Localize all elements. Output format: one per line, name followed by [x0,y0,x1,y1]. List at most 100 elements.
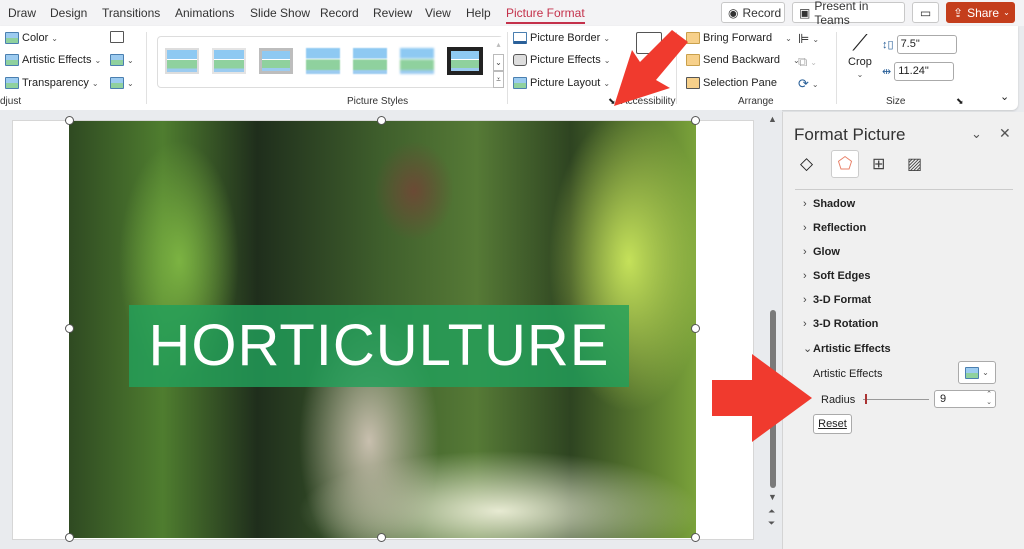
chevron-down-icon: ⌄ [856,70,864,79]
next-slide-icon[interactable]: ⏷ [768,518,775,529]
vertical-scrollbar[interactable]: ▲ ▼ ⏶ ⏷ [766,114,780,540]
reset-picture-button[interactable]: ⌄ [110,77,134,89]
chevron-down-icon: ⌄ [127,55,134,65]
tab-review[interactable]: Review [373,6,412,20]
crop-button[interactable]: ⟋ Crop ⌄ [848,32,872,80]
effects-icon[interactable]: ⬠ [831,150,859,178]
resize-handle-bottom[interactable] [377,533,386,542]
section-3d-rotation[interactable]: › 3-D Rotation [803,318,878,330]
picture-border-icon [513,32,527,44]
size-dialog-launcher[interactable]: ⬊ [956,96,964,107]
picture-style-3[interactable] [259,48,293,74]
color-button[interactable]: Color ⌄ [5,32,58,44]
picture-style-5[interactable] [353,48,387,74]
resize-handle-top[interactable] [377,116,386,125]
picture-icon[interactable]: ▨ [907,154,922,174]
radius-input[interactable]: 9 ⌃ ⌄ [934,390,996,408]
previous-slide-icon[interactable]: ⏶ [768,506,775,517]
section-3d-format[interactable]: › 3-D Format [803,294,871,306]
spin-icon[interactable]: ⌃ ⌄ [986,391,992,407]
picture-style-6[interactable] [400,48,434,74]
crop-label: Crop [848,56,872,68]
radius-slider-thumb[interactable] [865,394,867,404]
picture-style-7[interactable] [447,47,483,75]
resize-handle-top-left[interactable] [65,116,74,125]
tab-record[interactable]: Record [320,6,359,20]
color-icon [5,32,19,44]
selection-pane-button[interactable]: Selection Pane [686,77,777,89]
close-icon[interactable]: ✕ [999,125,1011,142]
resize-handle-top-right[interactable] [691,116,700,125]
artistic-effects-label: Artistic Effects [813,368,883,380]
send-backward-button[interactable]: Send Backward ⌄ [686,54,800,66]
comments-button[interactable]: ▭ [912,2,939,23]
record-button[interactable]: ◉ Record [721,2,785,23]
present-label: Present in Teams [814,0,869,27]
separator [836,32,837,104]
tab-help[interactable]: Help [466,6,491,20]
present-in-teams-button[interactable]: ▣ Present in Teams [792,0,905,27]
rotate-button[interactable]: ⟳ ⌄ [798,76,819,92]
section-label: Glow [813,246,840,258]
send-backward-label: Send Backward [703,54,781,66]
teams-icon: ▣ [799,5,811,20]
gallery-more-button[interactable]: ⩡ [493,71,504,88]
tab-design[interactable]: Design [50,6,87,20]
section-reflection[interactable]: › Reflection [803,222,866,234]
tab-slide-show[interactable]: Slide Show [250,6,310,20]
resize-handle-bottom-right[interactable] [691,533,700,542]
scroll-down-icon[interactable]: ▼ [768,492,777,502]
picture-style-1[interactable] [165,48,199,74]
section-glow[interactable]: › Glow [803,246,840,258]
resize-handle-bottom-left[interactable] [65,533,74,542]
gallery-up-button[interactable]: ▴ [493,37,504,54]
pane-options-chevron-icon[interactable]: ⌄ [971,126,982,142]
chevron-down-icon: ⌄ [94,55,102,65]
group-icon: ⧉ [798,54,808,69]
change-picture-button[interactable]: ⌄ [110,54,134,66]
picture-effects-button[interactable]: Picture Effects ⌄ [513,54,610,66]
transparency-button[interactable]: Transparency ⌄ [5,77,99,89]
artistic-effects-dropdown[interactable]: ⌄ [958,361,996,384]
section-shadow[interactable]: › Shadow [803,198,855,210]
size-properties-icon[interactable]: ⊞ [872,154,885,174]
group-button[interactable]: ⧉ ⌄ [798,54,817,70]
width-field[interactable]: ⇹ 11.24" [882,62,955,81]
artistic-effects-icon [965,366,980,379]
tab-transitions[interactable]: Transitions [102,6,160,20]
separator [507,32,508,104]
artistic-effects-button[interactable]: Artistic Effects ⌄ [5,54,101,66]
collapse-ribbon-icon[interactable]: ⌄ [1000,90,1009,103]
align-button[interactable]: ⊫ ⌄ [798,31,819,47]
tab-draw[interactable]: Draw [8,6,36,20]
fill-line-icon[interactable]: ◇ [800,154,813,174]
picture-border-button[interactable]: Picture Border ⌄ [513,32,610,44]
bring-forward-button[interactable]: Bring Forward ⌄ [686,32,792,44]
color-label: Color [22,32,49,44]
chevron-down-icon: ⌄ [811,79,819,89]
picture-style-4[interactable] [306,48,340,74]
change-picture-icon [110,54,124,66]
section-soft-edges[interactable]: › Soft Edges [803,270,870,282]
reset-picture-icon [110,77,124,89]
share-button[interactable]: ⇪ Share ⌄ [946,2,1015,23]
resize-handle-right[interactable] [691,324,700,333]
height-field[interactable]: ↕▯ 7.5" [882,35,957,54]
radius-slider[interactable] [863,399,929,400]
tab-animations[interactable]: Animations [175,6,234,20]
resize-handle-left[interactable] [65,324,74,333]
picture-style-2[interactable] [212,48,246,74]
height-input[interactable]: 7.5" [896,35,957,54]
width-input[interactable]: 11.24" [894,62,955,81]
section-label: 3-D Rotation [813,318,879,330]
scroll-up-icon[interactable]: ▲ [768,114,777,124]
tab-view[interactable]: View [425,6,451,20]
tab-picture-format[interactable]: Picture Format [506,6,585,24]
chevron-right-icon: › [803,198,807,210]
slide-title-banner[interactable]: HORTICULTURE [129,305,629,387]
picture-layout-button[interactable]: Picture Layout ⌄ [513,77,610,89]
picture-effects-icon [513,54,527,66]
arrange-label: Arrange [738,96,774,107]
compress-pictures-button[interactable] [110,31,124,43]
gallery-down-button[interactable]: ⌄ [493,54,504,71]
